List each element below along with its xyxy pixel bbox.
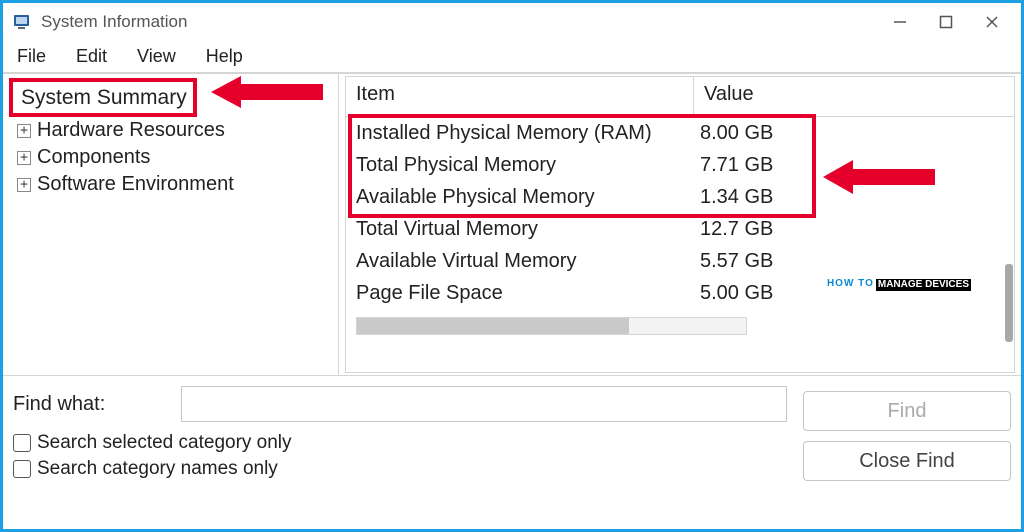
cell-item: Page File Space bbox=[346, 277, 694, 309]
table-row[interactable]: Available Physical Memory 1.34 GB bbox=[346, 181, 1014, 213]
tree-pane: System Summary + Hardware Resources + Co… bbox=[3, 74, 339, 375]
close-find-button[interactable]: Close Find bbox=[803, 441, 1011, 481]
find-label: Find what: bbox=[13, 393, 173, 416]
table-row[interactable]: Available Virtual Memory 5.57 GB bbox=[346, 245, 1014, 277]
vertical-scrollbar[interactable] bbox=[1005, 264, 1013, 342]
checkbox-icon[interactable] bbox=[13, 434, 31, 452]
tree-root-system-summary[interactable]: System Summary bbox=[7, 78, 334, 117]
details-header: Item Value bbox=[346, 77, 1014, 117]
tree-item-software-environment[interactable]: + Software Environment bbox=[7, 171, 334, 198]
menu-file[interactable]: File bbox=[11, 44, 52, 69]
cell-item: Available Physical Memory bbox=[346, 181, 694, 213]
cell-value: 8.00 GB bbox=[694, 117, 814, 149]
checkbox-label: Search selected category only bbox=[37, 432, 292, 454]
find-button[interactable]: Find bbox=[803, 391, 1011, 431]
minimize-button[interactable] bbox=[877, 6, 923, 38]
watermark-text-b: MANAGE DEVICES bbox=[876, 279, 971, 291]
menu-help[interactable]: Help bbox=[200, 44, 249, 69]
tree-item-label: Software Environment bbox=[37, 173, 234, 196]
table-row[interactable]: Total Physical Memory 7.71 GB bbox=[346, 149, 1014, 181]
menu-edit[interactable]: Edit bbox=[70, 44, 113, 69]
watermark-text-a: HOW TO bbox=[827, 279, 874, 291]
column-header-value[interactable]: Value bbox=[694, 77, 1014, 116]
maximize-button[interactable] bbox=[923, 6, 969, 38]
column-header-item[interactable]: Item bbox=[346, 77, 694, 116]
cell-value: 5.00 GB bbox=[694, 277, 814, 309]
tree-item-label: Hardware Resources bbox=[37, 119, 225, 142]
table-row[interactable]: Installed Physical Memory (RAM) 8.00 GB bbox=[346, 117, 1014, 149]
app-icon bbox=[11, 11, 33, 33]
cell-item: Installed Physical Memory (RAM) bbox=[346, 117, 694, 149]
titlebar: System Information bbox=[3, 3, 1021, 41]
cell-value: 12.7 GB bbox=[694, 213, 814, 245]
window-title: System Information bbox=[41, 12, 187, 32]
menubar: File Edit View Help bbox=[3, 41, 1021, 73]
tree-root-label: System Summary bbox=[9, 78, 197, 117]
cell-value: 5.57 GB bbox=[694, 245, 814, 277]
plus-icon[interactable]: + bbox=[17, 124, 31, 138]
cell-item: Available Virtual Memory bbox=[346, 245, 694, 277]
find-buttons: Find Close Find bbox=[795, 391, 1011, 481]
checkbox-icon[interactable] bbox=[13, 460, 31, 478]
find-input[interactable] bbox=[181, 386, 787, 422]
cell-value: 7.71 GB bbox=[694, 149, 814, 181]
horizontal-scrollbar[interactable] bbox=[356, 317, 747, 335]
tree-item-label: Components bbox=[37, 146, 150, 169]
plus-icon[interactable]: + bbox=[17, 151, 31, 165]
tree-item-hardware-resources[interactable]: + Hardware Resources bbox=[7, 117, 334, 144]
cell-item: Total Virtual Memory bbox=[346, 213, 694, 245]
checkbox-label: Search category names only bbox=[37, 458, 278, 480]
table-row[interactable]: Total Virtual Memory 12.7 GB bbox=[346, 213, 1014, 245]
details-pane: Item Value Installed Physical Memory (RA… bbox=[345, 76, 1015, 373]
menu-view[interactable]: View bbox=[131, 44, 182, 69]
plus-icon[interactable]: + bbox=[17, 178, 31, 192]
content-area: System Summary + Hardware Resources + Co… bbox=[3, 73, 1021, 375]
watermark-logo: HOW TO MANAGE DEVICES bbox=[827, 279, 971, 291]
tree-item-components[interactable]: + Components bbox=[7, 144, 334, 171]
scrollbar-thumb[interactable] bbox=[357, 318, 629, 334]
cell-value: 1.34 GB bbox=[694, 181, 814, 213]
cell-item: Total Physical Memory bbox=[346, 149, 694, 181]
close-button[interactable] bbox=[969, 6, 1015, 38]
